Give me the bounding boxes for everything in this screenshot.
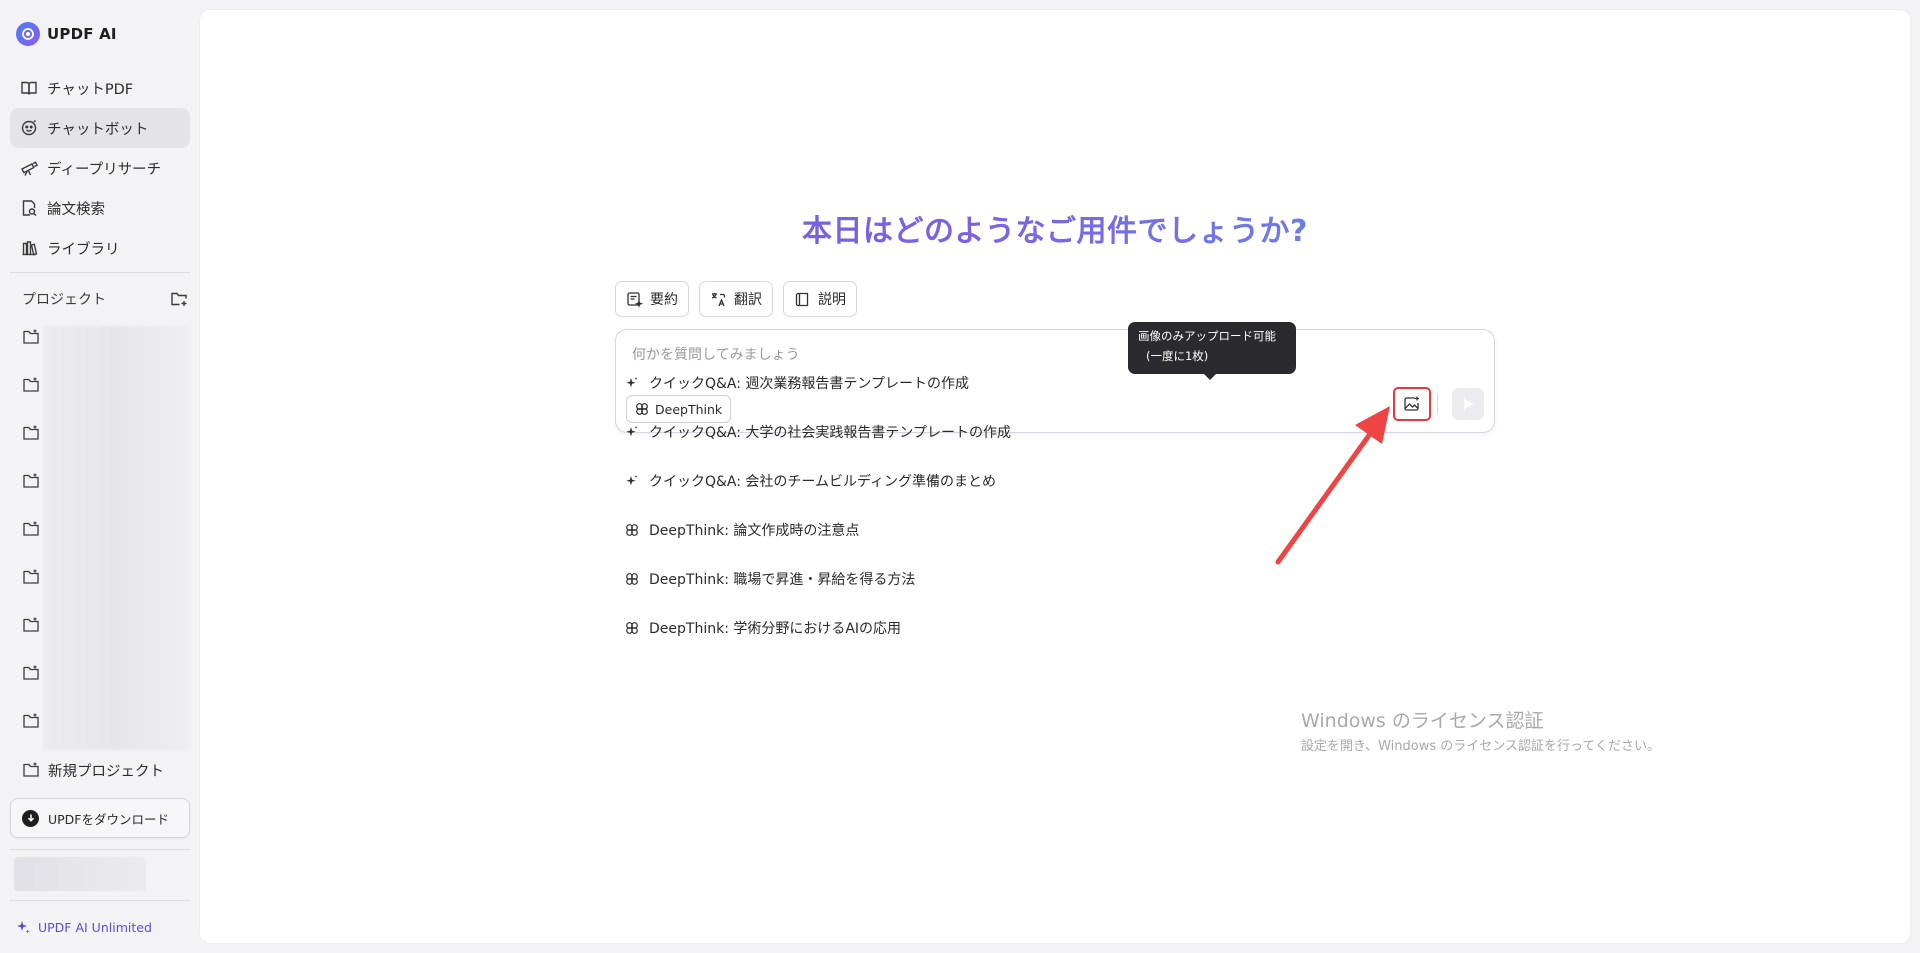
bot-icon — [21, 120, 37, 136]
suggestion-text: DeepThink: 学術分野におけるAIの応用 — [649, 621, 902, 637]
nav-label: ライブラリ — [47, 241, 120, 258]
chip-label: 要約 — [650, 292, 678, 308]
translate-chip[interactable]: 翻訳 — [699, 281, 773, 317]
deepthink-icon — [626, 622, 638, 634]
nav-item-library[interactable]: ライブラリ — [10, 228, 190, 268]
download-updf-button[interactable]: UPDFをダウンロード — [10, 798, 190, 838]
suggestion-item[interactable]: DeepThink: 学術分野におけるAIの応用 — [625, 617, 901, 639]
nav-item-chatbot[interactable]: チャットボット — [10, 108, 190, 148]
greeting-title: 本日はどのようなご用件でしょうか? — [200, 206, 1910, 250]
app-name: UPDF AI — [47, 25, 117, 43]
unlimited-label: UPDF AI Unlimited — [38, 919, 152, 935]
deepthink-label: DeepThink — [655, 401, 723, 417]
sparkle-icon — [626, 377, 638, 388]
suggestion-text: DeepThink: 職場で昇進・昇給を得る方法 — [649, 572, 916, 588]
new-folder-icon — [23, 762, 39, 777]
telescope-icon — [21, 161, 38, 176]
deepthink-icon — [626, 573, 638, 585]
sidebar: UPDF AI チャットPDF チャットボット ディープリサーチ 論文検索 ライ… — [0, 0, 200, 953]
send-button[interactable] — [1452, 388, 1484, 420]
sparkle-icon — [626, 475, 638, 486]
new-project-label: 新規プロジェクト — [48, 763, 164, 780]
annotation-arrow — [1275, 406, 1390, 565]
explain-book-icon — [795, 292, 809, 306]
nav-label: ディープリサーチ — [47, 161, 162, 178]
tooltip-line-2: (一度に1枚) — [1146, 349, 1209, 363]
add-folder-icon[interactable] — [170, 290, 188, 308]
sidebar-divider — [10, 272, 190, 273]
book-icon — [21, 81, 37, 95]
deepthink-toggle[interactable]: DeepThink — [626, 395, 732, 423]
chip-label: 翻訳 — [734, 292, 762, 308]
summary-chip[interactable]: 要約 — [615, 281, 689, 317]
sidebar-divider — [10, 900, 190, 901]
document-search-icon — [22, 200, 37, 216]
updf-ai-unlimited-link[interactable]: UPDF AI Unlimited — [16, 918, 152, 936]
folder-icon[interactable] — [22, 568, 40, 586]
nav-item-chat-pdf[interactable]: チャットPDF — [10, 68, 190, 108]
account-redacted[interactable] — [14, 857, 146, 891]
suggestion-text: クイックQ&A: 週次業務報告書テンプレートの作成 — [649, 376, 970, 392]
send-icon — [1463, 398, 1474, 410]
projects-label: プロジェクト — [22, 292, 106, 308]
suggestion-text: DeepThink: 論文作成時の注意点 — [649, 523, 860, 539]
download-icon — [22, 809, 39, 827]
explain-chip[interactable]: 説明 — [783, 281, 857, 317]
folder-icon[interactable] — [22, 424, 40, 442]
download-label: UPDFをダウンロード — [48, 811, 170, 827]
watermark-subtitle: 設定を開き、Windows のライセンス認証を行ってください。 — [1301, 739, 1660, 754]
folder-icon[interactable] — [22, 376, 40, 394]
nav-label: チャットボット — [47, 121, 149, 138]
sparkle-icon — [626, 426, 638, 437]
deepthink-icon — [626, 524, 638, 536]
suggestion-item[interactable]: DeepThink: 論文作成時の注意点 — [625, 519, 859, 541]
upload-tooltip: 画像のみアップロード可能 (一度に1枚) — [1128, 322, 1296, 380]
folder-icon[interactable] — [22, 712, 40, 730]
nav-label: チャットPDF — [47, 81, 134, 98]
folder-icon[interactable] — [22, 328, 40, 346]
project-list-redacted — [44, 326, 190, 750]
folder-icon[interactable] — [22, 472, 40, 490]
suggestion-item[interactable]: DeepThink: 職場で昇進・昇給を得る方法 — [625, 568, 915, 590]
nav-item-paper-search[interactable]: 論文検索 — [10, 188, 190, 228]
suggestion-text: クイックQ&A: 大学の社会実践報告書テンプレートの作成 — [649, 425, 1012, 441]
nav-item-deep-research[interactable]: ディープリサーチ — [10, 148, 190, 188]
watermark-title: Windows のライセンス認証 — [1301, 710, 1544, 732]
app-logo[interactable]: UPDF AI — [16, 22, 117, 46]
windows-activation-watermark: Windows のライセンス認証 設定を開き、Windows のライセンス認証を… — [1301, 706, 1660, 754]
suggestion-item[interactable]: クイックQ&A: 週次業務報告書テンプレートの作成 — [625, 372, 969, 394]
sparkle-icon — [17, 921, 30, 934]
translate-icon — [711, 292, 726, 306]
folder-icon[interactable] — [22, 616, 40, 634]
new-project-button[interactable]: 新規プロジェクト — [22, 758, 164, 782]
library-icon — [22, 241, 38, 256]
projects-header: プロジェクト — [22, 288, 188, 310]
nav-label: 論文検索 — [47, 201, 105, 218]
folder-icon[interactable] — [22, 520, 40, 538]
suggestion-item[interactable]: クイックQ&A: 大学の社会実践報告書テンプレートの作成 — [625, 421, 1011, 443]
suggestion-item[interactable]: クイックQ&A: 会社のチームビルディング準備のまとめ — [625, 470, 996, 492]
tooltip-line-1: 画像のみアップロード可能 — [1138, 329, 1276, 343]
chip-label: 説明 — [818, 292, 846, 308]
sidebar-divider — [10, 849, 190, 850]
suggestion-text: クイックQ&A: 会社のチームビルディング準備のまとめ — [649, 474, 997, 490]
summary-icon — [627, 291, 643, 308]
updf-logo-icon — [16, 22, 40, 46]
folder-icon[interactable] — [22, 664, 40, 682]
deepthink-icon — [636, 403, 648, 415]
input-separator — [1437, 394, 1438, 414]
